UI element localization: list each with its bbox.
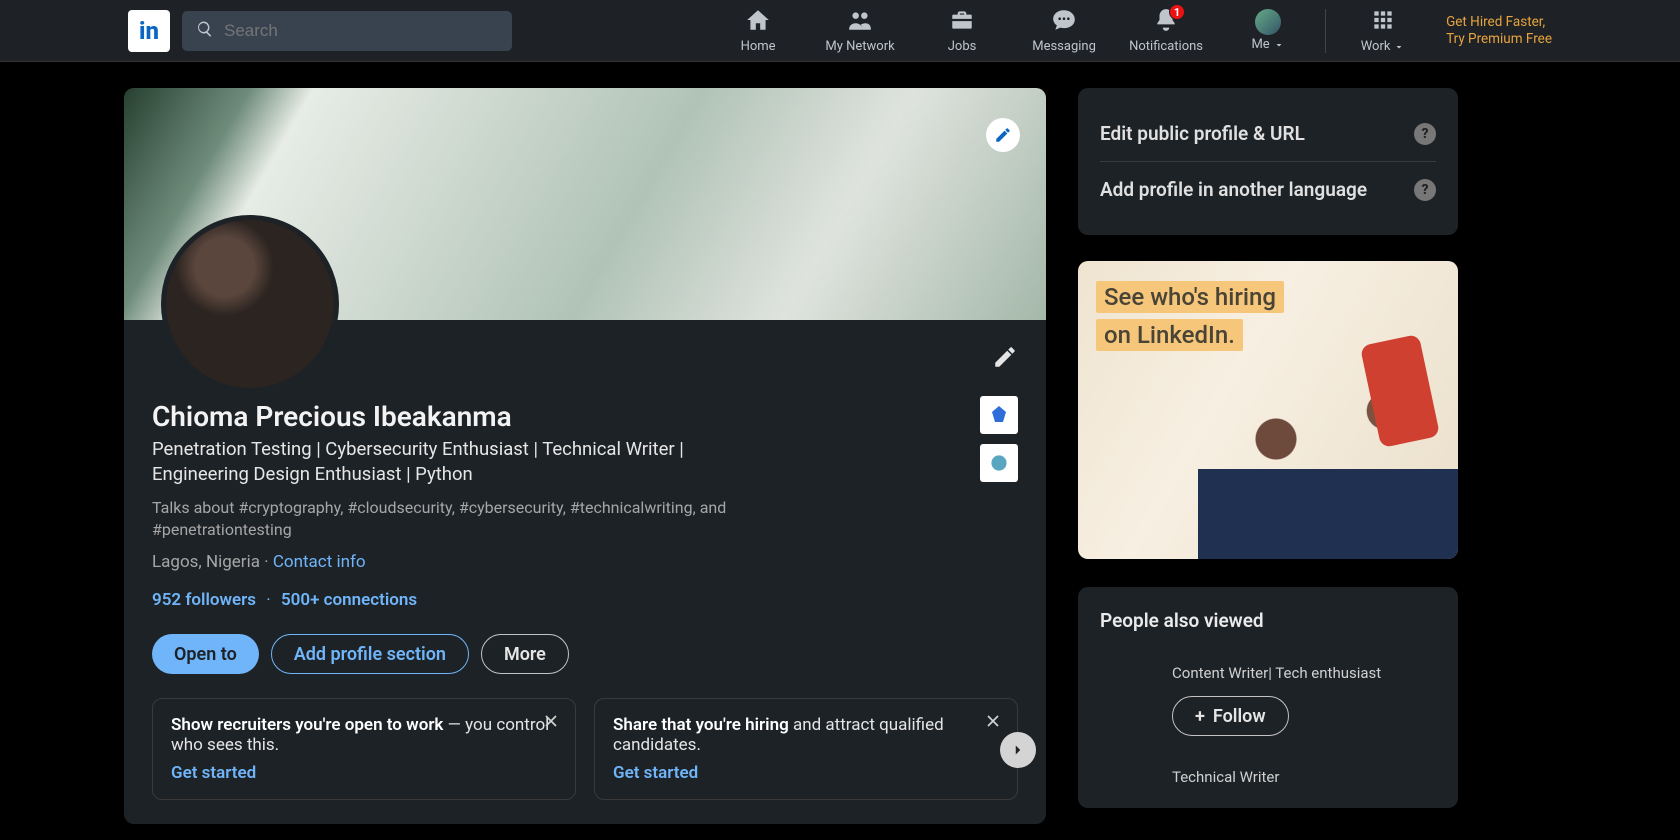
premium-line: Get Hired Faster, <box>1446 14 1552 31</box>
edit-cover-button[interactable] <box>986 118 1020 152</box>
premium-line: Try Premium Free <box>1446 31 1552 48</box>
crab-icon <box>986 450 1012 476</box>
pencil-icon <box>992 344 1018 370</box>
carousel-next-button[interactable] <box>1000 732 1036 768</box>
pav-subtitle: Content Writer| Tech enthusiast <box>1172 664 1436 682</box>
avatar-icon <box>1255 9 1281 35</box>
stats-row: 952 followers · 500+ connections <box>152 590 1018 610</box>
nav-label: Me <box>1251 37 1284 52</box>
profile-card: Chioma Precious Ibeakanma Penetration Te… <box>124 88 1046 824</box>
nav-items: Home My Network Jobs Messaging 1 Notific… <box>707 0 1552 61</box>
side-row-label: Edit public profile & URL <box>1100 122 1305 145</box>
top-nav: in Home My Network Jobs Messaging 1 Noti… <box>0 0 1680 62</box>
nav-label: Work <box>1361 39 1406 54</box>
pav-item[interactable]: Technical Writer <box>1100 768 1436 786</box>
pencil-icon <box>994 126 1012 144</box>
side-row-label: Add profile in another language <box>1100 178 1367 201</box>
add-profile-language[interactable]: Add profile in another language ? <box>1100 161 1436 217</box>
follow-button[interactable]: + Follow <box>1172 696 1289 736</box>
search-input[interactable] <box>224 21 498 41</box>
premium-upsell[interactable]: Get Hired Faster, Try Premium Free <box>1446 14 1552 48</box>
org-badge[interactable] <box>980 396 1018 434</box>
pav-title: People also viewed <box>1100 609 1436 632</box>
nav-notifications[interactable]: 1 Notifications <box>1115 0 1217 61</box>
pav-subtitle: Technical Writer <box>1172 768 1436 786</box>
nav-network[interactable]: My Network <box>809 0 911 61</box>
add-section-button[interactable]: Add profile section <box>271 634 469 674</box>
edit-public-profile[interactable]: Edit public profile & URL ? <box>1100 106 1436 161</box>
promo-open-to-work: Show recruiters you're open to work — yo… <box>152 698 576 800</box>
promo-text: Show recruiters you're open to work — yo… <box>171 715 557 755</box>
people-also-viewed-card: People also viewed Content Writer| Tech … <box>1078 587 1458 808</box>
nav-label: My Network <box>825 39 894 54</box>
message-icon <box>1051 7 1077 37</box>
org-badge[interactable] <box>980 444 1018 482</box>
nav-messaging[interactable]: Messaging <box>1013 0 1115 61</box>
ad-card[interactable]: See who's hiring on LinkedIn. <box>1078 261 1458 559</box>
more-button[interactable]: More <box>481 634 569 674</box>
nav-me[interactable]: Me <box>1217 0 1319 61</box>
profile-location: Lagos, Nigeria <box>152 552 260 572</box>
profile-headline: Penetration Testing | Cybersecurity Enth… <box>152 437 712 487</box>
search-icon <box>196 20 214 42</box>
nav-label: Jobs <box>948 39 977 54</box>
followers-link[interactable]: 952 followers <box>152 590 256 610</box>
profile-actions: Open to Add profile section More <box>152 634 1018 674</box>
people-icon <box>847 7 873 37</box>
help-icon[interactable]: ? <box>1414 179 1436 201</box>
linkedin-logo[interactable]: in <box>128 10 170 52</box>
home-icon <box>745 7 771 37</box>
promo-cta[interactable]: Get started <box>613 763 698 783</box>
open-to-button[interactable]: Open to <box>152 634 259 674</box>
nav-work[interactable]: Work <box>1332 0 1434 61</box>
briefcase-icon <box>949 7 975 37</box>
nav-label: Messaging <box>1032 39 1096 54</box>
close-button[interactable] <box>983 711 1003 735</box>
contact-info-link[interactable]: Contact info <box>273 552 366 572</box>
promo-text: Share that you're hiring and attract qua… <box>613 715 999 755</box>
profile-talks-about: Talks about #cryptography, #cloudsecurit… <box>152 497 732 540</box>
edit-intro-button[interactable] <box>992 344 1018 374</box>
location-row: Lagos, Nigeria · Contact info <box>152 552 1018 572</box>
close-icon <box>983 711 1003 731</box>
promo-hiring: Share that you're hiring and attract qua… <box>594 698 1018 800</box>
profile-name: Chioma Precious Ibeakanma <box>152 400 1018 433</box>
chevron-down-icon <box>1393 39 1405 54</box>
nav-label: Home <box>741 39 776 54</box>
ad-headline: on LinkedIn. <box>1096 319 1243 351</box>
nav-home[interactable]: Home <box>707 0 809 61</box>
connections-link[interactable]: 500+ connections <box>281 590 417 610</box>
help-icon[interactable]: ? <box>1414 123 1436 145</box>
chevron-down-icon <box>1273 37 1285 52</box>
chevron-right-icon <box>1009 741 1027 759</box>
follow-label: Follow <box>1213 706 1266 727</box>
org-badges <box>980 396 1018 482</box>
nav-jobs[interactable]: Jobs <box>911 0 1013 61</box>
close-button[interactable] <box>541 711 561 735</box>
side-column: Edit public profile & URL ? Add profile … <box>1078 88 1458 824</box>
page-body: Chioma Precious Ibeakanma Penetration Te… <box>0 62 1680 824</box>
search-box[interactable] <box>182 11 512 51</box>
nav-divider <box>1325 9 1326 53</box>
plus-icon: + <box>1195 706 1205 727</box>
grid-icon <box>1370 7 1396 37</box>
bird-icon <box>987 403 1011 427</box>
promo-row: Show recruiters you're open to work — yo… <box>152 698 1018 800</box>
notification-badge: 1 <box>1169 4 1185 20</box>
profile-body: Chioma Precious Ibeakanma Penetration Te… <box>124 320 1046 824</box>
pav-item[interactable]: Content Writer| Tech enthusiast + Follow <box>1100 664 1436 736</box>
nav-label: Notifications <box>1129 39 1203 54</box>
profile-settings-card: Edit public profile & URL ? Add profile … <box>1078 88 1458 235</box>
close-icon <box>541 711 561 731</box>
main-column: Chioma Precious Ibeakanma Penetration Te… <box>124 88 1046 824</box>
promo-cta[interactable]: Get started <box>171 763 256 783</box>
ad-headline: See who's hiring <box>1096 281 1284 313</box>
